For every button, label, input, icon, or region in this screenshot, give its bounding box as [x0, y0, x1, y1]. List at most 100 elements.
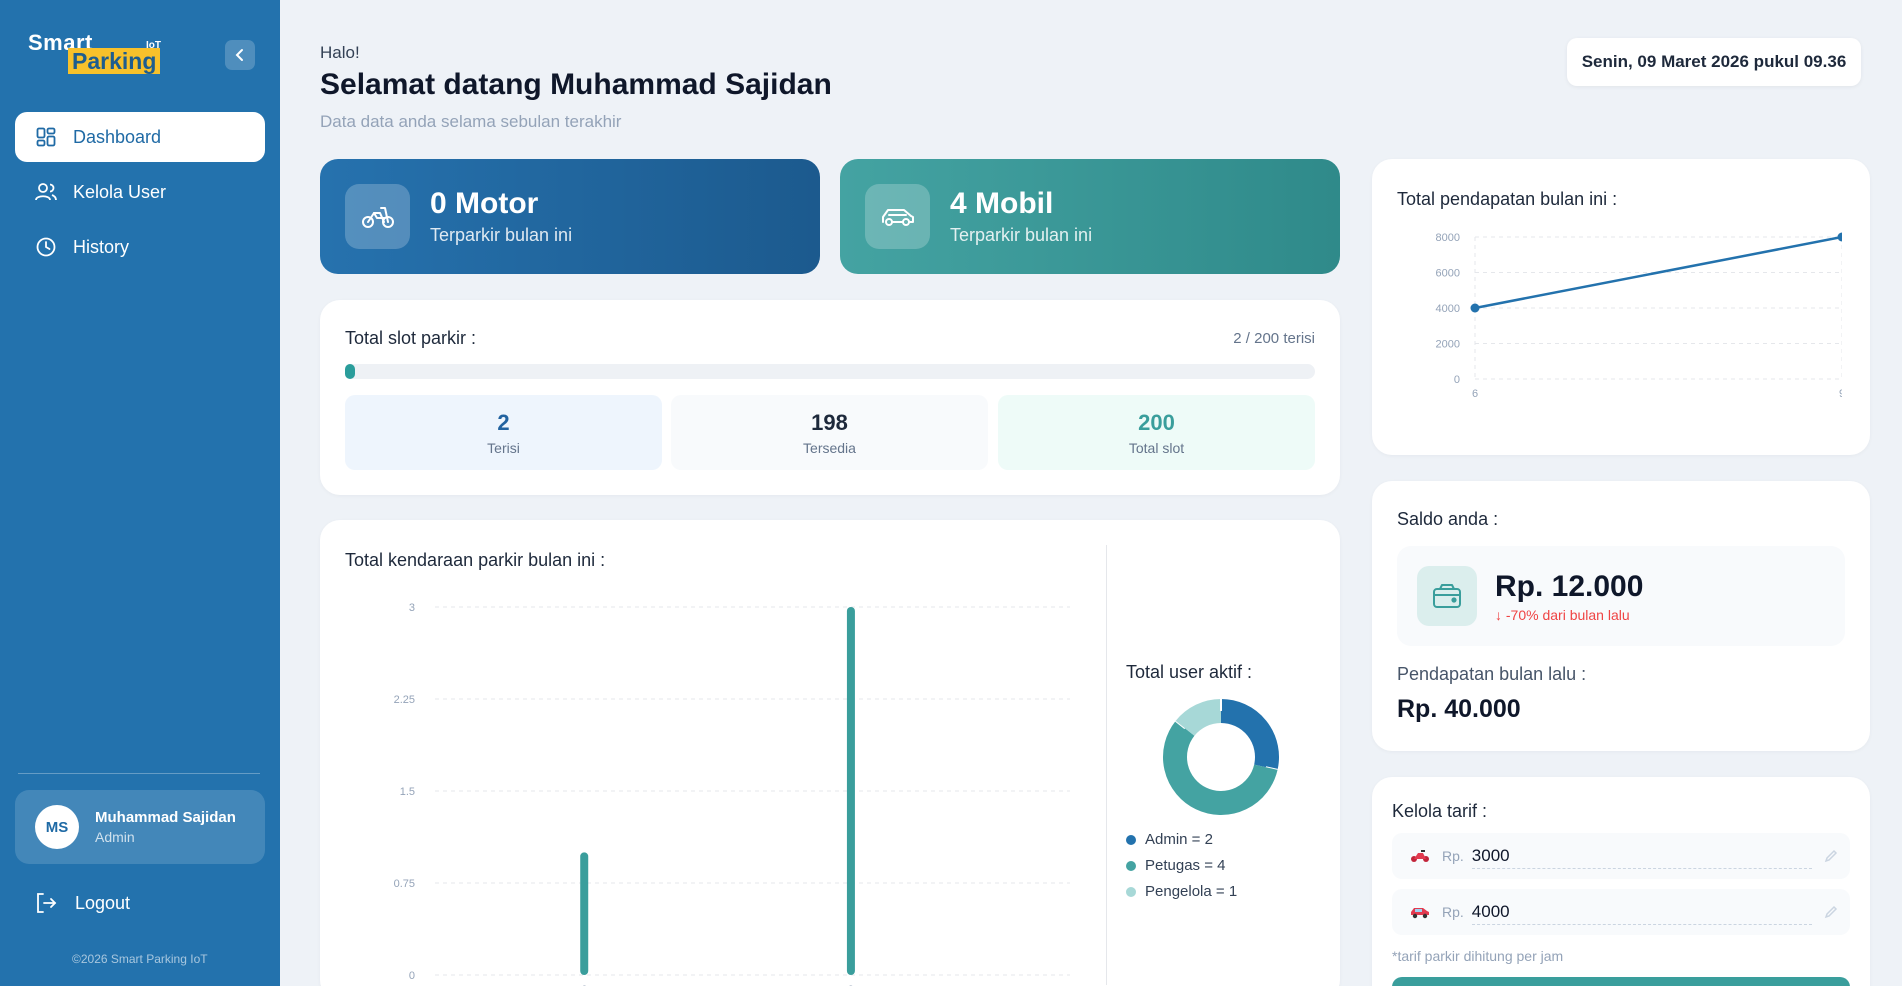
legend-item-petugas: Petugas = 4 [1126, 857, 1237, 874]
y-tick-label: 0 [409, 970, 415, 982]
user-chart-title: Total user aktif : [1126, 662, 1253, 682]
saldo-change: ↓ -70% dari bulan lalu [1495, 606, 1630, 623]
y-tick-label: 0.75 [394, 878, 415, 890]
y-tick-label: 6000 [1436, 268, 1460, 280]
y-tick-label: 0 [1454, 374, 1460, 386]
greeting-text: Halo! [320, 43, 360, 62]
bar [580, 852, 589, 975]
data-point [1837, 232, 1842, 242]
tarif-card: Kelola tarif : Rp. Rp. *tarif parkir dih… [1372, 777, 1870, 986]
y-tick-label: 2000 [1436, 339, 1460, 351]
vehicle-bar-chart: 00.751.52.25369 [394, 602, 1070, 986]
chart-divider [1106, 545, 1107, 985]
data-point [1470, 303, 1480, 313]
slot-terisi-label: Terisi [487, 440, 520, 456]
mobil-count: 4 Mobil [950, 187, 1054, 220]
logo-iot: IoT [146, 40, 161, 51]
motor-label: Terparkir bulan ini [430, 225, 573, 245]
tarif-mobil-row: Rp. [1392, 889, 1850, 935]
app-logo[interactable]: Smart Parking IoT [28, 30, 168, 78]
legend-label: Petugas = 4 [1145, 857, 1226, 874]
bar [846, 607, 855, 975]
saldo-balance-box: Rp. 12.000 ↓ -70% dari bulan lalu [1397, 546, 1845, 646]
prev-revenue-value: Rp. 40.000 [1397, 695, 1521, 723]
dashboard-icon [35, 126, 57, 148]
tarif-motor-input[interactable] [1471, 843, 1812, 869]
users-icon [35, 181, 57, 203]
save-tarif-button[interactable] [1392, 977, 1850, 986]
slot-terisi-box: 2 Terisi [345, 395, 662, 470]
page-title: Selamat datang Muhammad Sajidan [320, 68, 832, 101]
slot-terisi-value: 2 [497, 410, 510, 435]
tarif-mobil-input[interactable] [1471, 899, 1812, 925]
sidebar-divider [18, 773, 260, 774]
logout-icon [35, 892, 57, 914]
legend-dot [1126, 834, 1136, 845]
slot-count: 2 / 200 terisi [1233, 330, 1315, 347]
slot-total-label: Total slot [1128, 440, 1185, 456]
slot-total-value: 200 [1138, 410, 1175, 435]
motor-count: 0 Motor [430, 187, 539, 220]
motor-stat-text: 0 Motor Terparkir bulan ini [430, 187, 572, 246]
x-tick-label: 9 [1839, 388, 1842, 400]
tarif-title: Kelola tarif : [1392, 801, 1488, 821]
pencil-icon[interactable] [1824, 849, 1838, 863]
sidebar-item-history[interactable]: History [15, 222, 265, 272]
sidebar-item-label: Dashboard [73, 126, 162, 147]
slot-tersedia-value: 198 [811, 410, 848, 435]
legend-item-admin: Admin = 2 [1126, 831, 1237, 848]
logout-button[interactable]: Logout [35, 892, 130, 914]
mobil-stat-text: 4 Mobil Terparkir bulan ini [950, 187, 1092, 246]
sidebar-nav: Dashboard Kelola User History [15, 112, 265, 277]
legend-dot [1126, 886, 1136, 897]
copyright-text: ©2026 Smart Parking IoT [72, 952, 208, 966]
sidebar-item-label: History [73, 236, 130, 257]
clock-icon [35, 236, 57, 258]
avatar: MS [35, 805, 79, 849]
saldo-text: Rp. 12.000 ↓ -70% dari bulan lalu [1495, 570, 1643, 623]
y-tick-label: 1.5 [400, 786, 415, 798]
sidebar-item-kelola-user[interactable]: Kelola User [15, 167, 265, 217]
mobil-stat-card: 4 Mobil Terparkir bulan ini [840, 159, 1340, 274]
user-chart-legend: Admin = 2 Petugas = 4 Pengelola = 1 [1126, 831, 1237, 909]
currency-label: Rp. [1442, 904, 1464, 920]
prev-revenue-label: Pendapatan bulan lalu : [1397, 664, 1587, 684]
donut-slice [1175, 699, 1222, 737]
sidebar-item-dashboard[interactable]: Dashboard [15, 112, 265, 162]
user-donut-chart [1163, 699, 1279, 815]
vehicle-chart-card: Total kendaraan parkir bulan ini : 0 0.75… [320, 520, 1340, 986]
collapse-sidebar-button[interactable] [225, 40, 255, 70]
motorcycle-icon [345, 184, 410, 249]
slot-progress-fill [345, 364, 355, 379]
motor-stat-card: 0 Motor Terparkir bulan ini [320, 159, 820, 274]
revenue-line-chart: 0 2000 4000 6000 8000 6 9 [1436, 232, 1842, 400]
currency-label: Rp. [1442, 848, 1464, 864]
vehicle-chart-title: Total kendaraan parkir bulan ini : [345, 550, 606, 570]
legend-dot [1126, 860, 1136, 871]
user-info: Muhammad Sajidan Admin [95, 809, 236, 845]
motorcycle-icon [1410, 849, 1430, 863]
slot-tersedia-box: 198 Tersedia [671, 395, 988, 470]
car-icon [1410, 905, 1430, 919]
saldo-title: Saldo anda : [1397, 509, 1499, 529]
x-tick-label: 6 [1472, 388, 1478, 400]
user-role: Admin [95, 829, 135, 845]
pencil-icon[interactable] [1824, 905, 1838, 919]
logout-label: Logout [75, 892, 131, 913]
legend-item-pengelola: Pengelola = 1 [1126, 883, 1237, 900]
y-tick-label: 4000 [1436, 303, 1460, 315]
user-name: Muhammad Sajidan [95, 809, 236, 826]
logo-parking: Parking [68, 48, 161, 74]
slot-total-box: 200 Total slot [998, 395, 1315, 470]
y-tick-label: 3 [409, 602, 415, 614]
saldo-card: Saldo anda : Rp. 12.000 ↓ -70% dari bula… [1372, 481, 1870, 751]
date-display: Senin, 09 Maret 2026 pukul 09.36 [1567, 38, 1861, 86]
wallet-icon [1417, 566, 1477, 626]
chevron-left-icon [235, 49, 243, 61]
tarif-motor-row: Rp. [1392, 833, 1850, 879]
slot-title: Total slot parkir : [345, 328, 477, 348]
user-profile-card[interactable]: MS Muhammad Sajidan Admin [15, 790, 265, 864]
sidebar: Smart Parking IoT Dashboard Kelola User … [0, 0, 280, 986]
donut-slice [1220, 699, 1279, 770]
parking-slot-card: Total slot parkir : 2 / 200 terisi 2 Ter… [320, 300, 1340, 495]
